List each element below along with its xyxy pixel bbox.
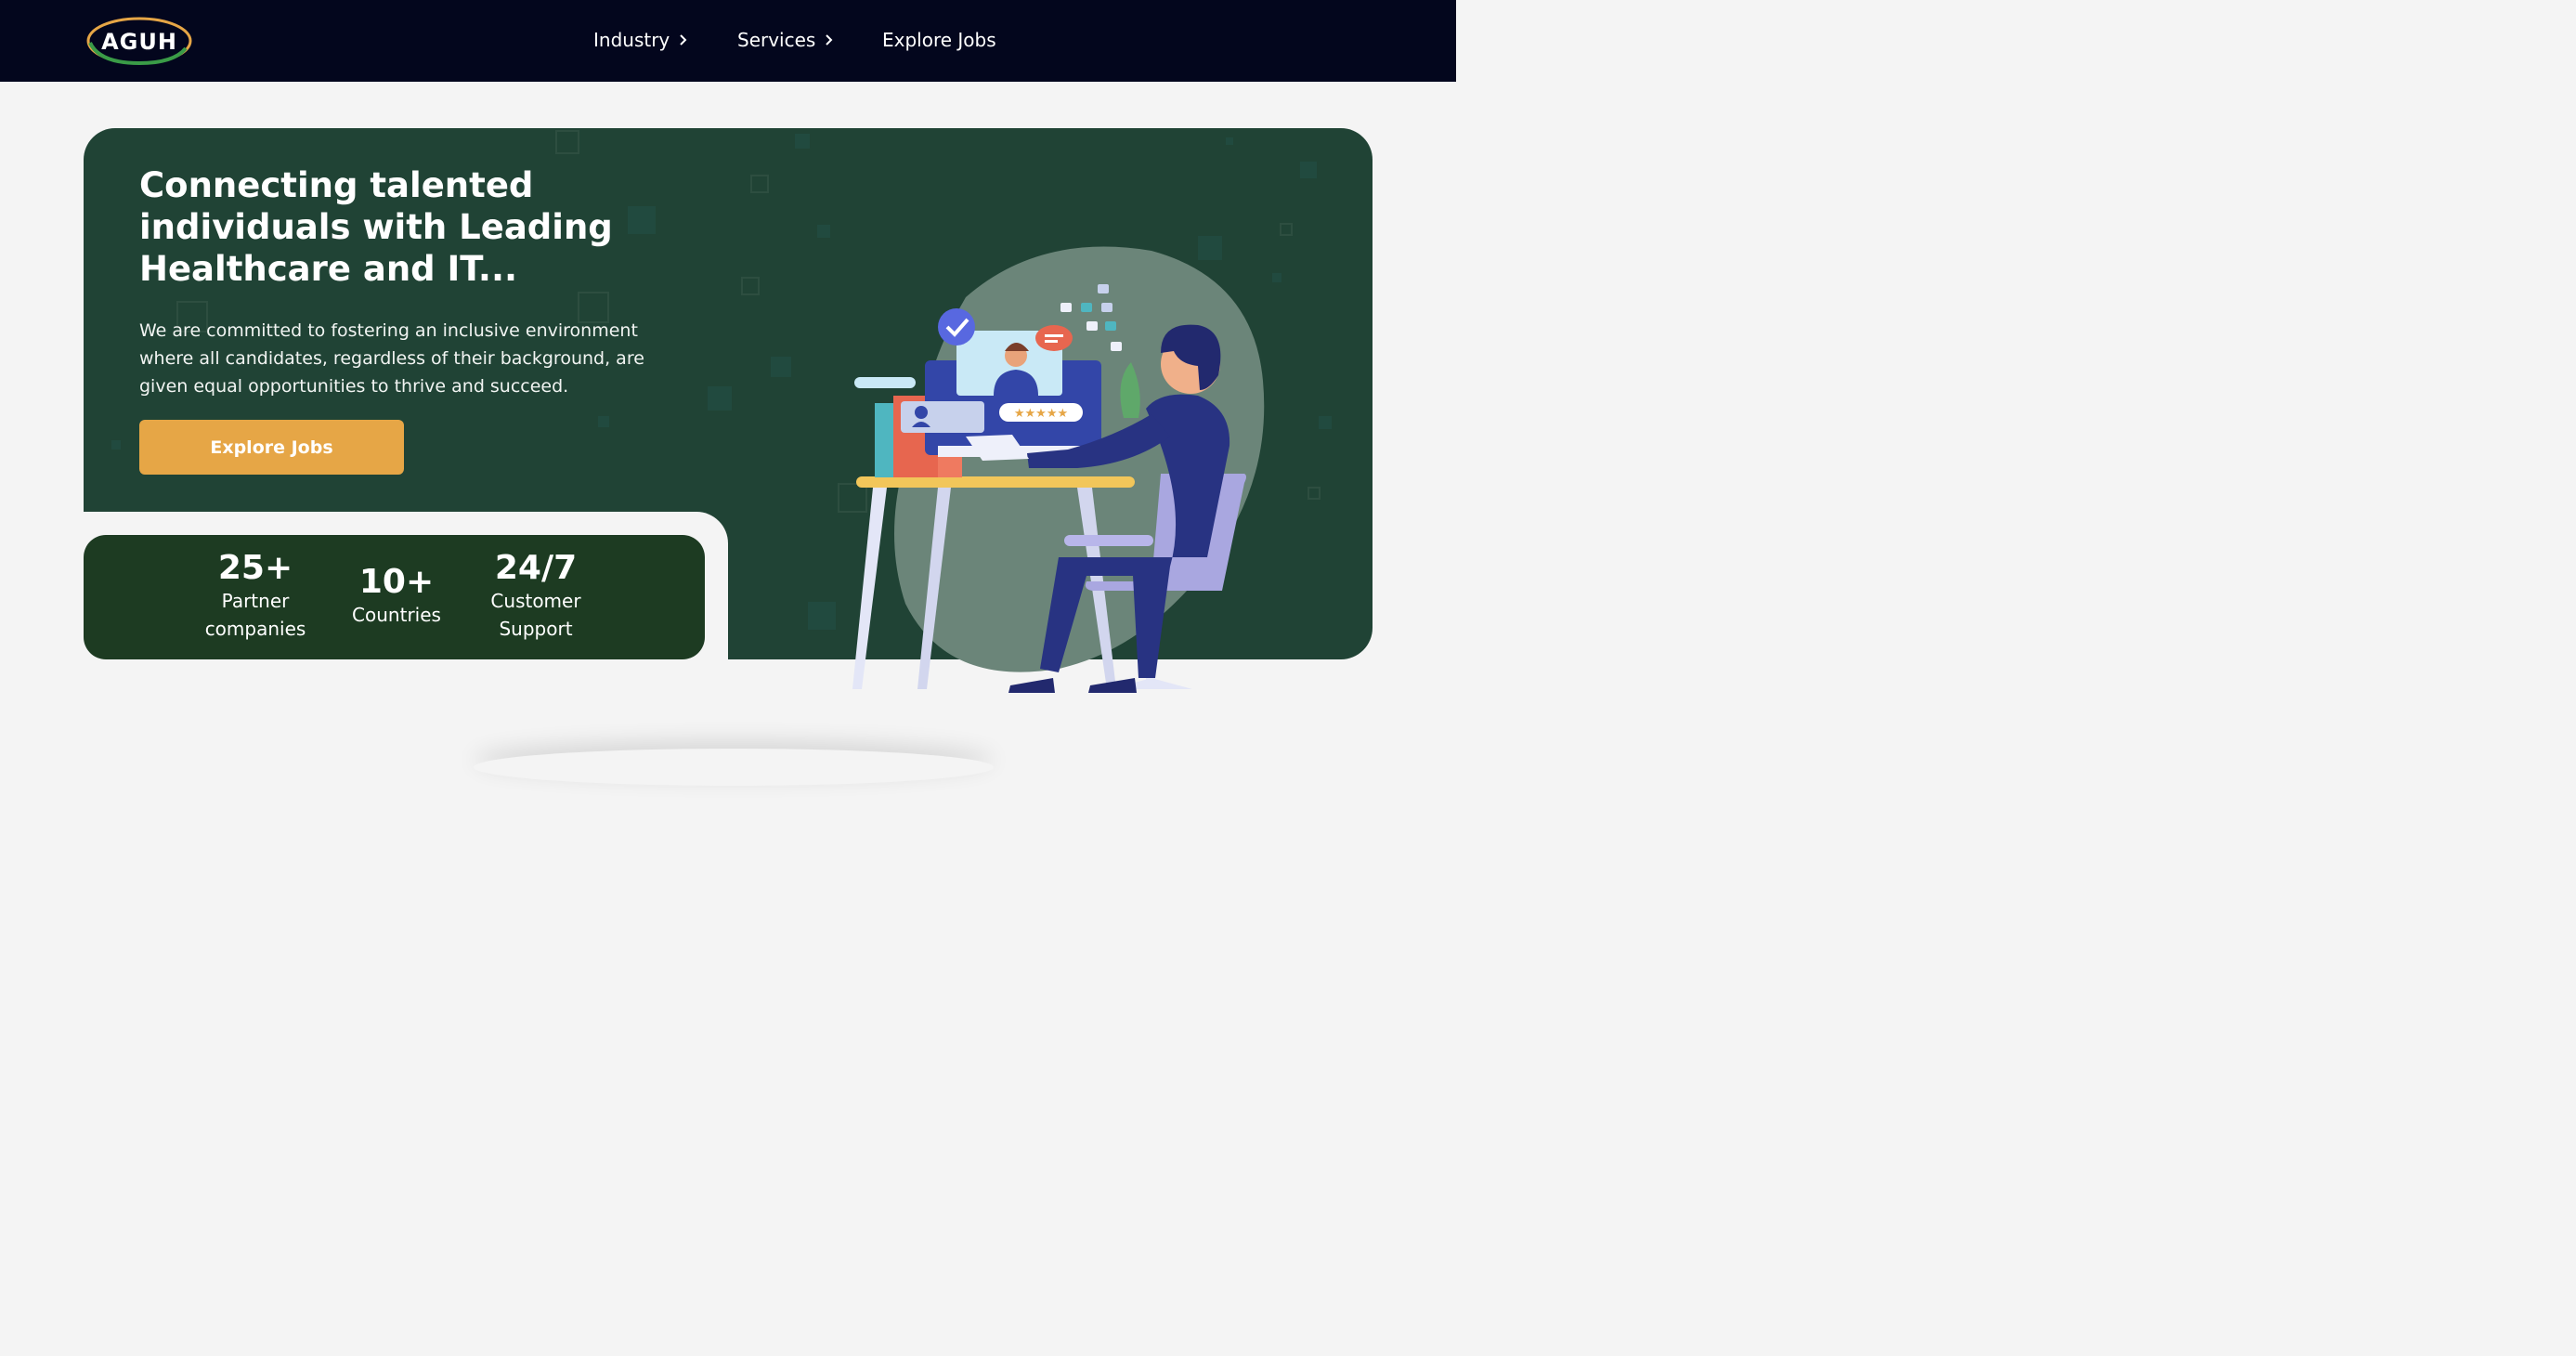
decor-square <box>708 386 732 411</box>
decor-square <box>750 175 769 193</box>
decor-square <box>741 277 760 295</box>
stat-countries: 10+ Countries <box>344 564 449 629</box>
recruiter-at-desk-illustration: ★★★★★ <box>852 246 1265 693</box>
nav-industry[interactable]: Industry <box>593 28 688 52</box>
stat-value: 24/7 <box>494 549 578 587</box>
explore-jobs-button[interactable]: Explore Jobs <box>139 420 404 475</box>
svg-text:AGUH: AGUH <box>101 29 177 55</box>
section-divider-shadow <box>474 749 994 786</box>
chevron-right-icon <box>826 34 833 46</box>
stat-value: 10+ <box>358 563 435 601</box>
nav-explore-jobs[interactable]: Explore Jobs <box>882 28 996 52</box>
decor-square <box>1226 137 1233 145</box>
stat-value: 25+ <box>217 549 293 587</box>
decor-square <box>598 416 609 427</box>
nav-industry-label: Industry <box>593 29 670 51</box>
decor-square <box>795 134 810 149</box>
stat-partner-companies: 25+ Partner companies <box>189 550 321 643</box>
chevron-right-icon <box>680 34 687 46</box>
nav-explore-jobs-label: Explore Jobs <box>882 29 996 51</box>
decor-square <box>1308 487 1321 500</box>
decor-square <box>817 225 830 238</box>
svg-text:★★★★★: ★★★★★ <box>1014 407 1068 421</box>
hero-headline: Connecting talented individuals with Lea… <box>139 165 613 289</box>
decor-square <box>1319 416 1332 429</box>
stat-label: Countries <box>352 604 441 626</box>
nav-services-label: Services <box>737 29 816 51</box>
decor-square <box>555 130 579 154</box>
aguh-logo[interactable]: AGUH <box>85 15 193 67</box>
top-navigation-bar: AGUH Industry Services Explore Jobs <box>0 0 1456 82</box>
stat-label: Partner companies <box>204 590 306 640</box>
hero-subtext: We are committed to fostering an inclusi… <box>139 320 644 397</box>
decor-square <box>1280 223 1293 236</box>
nav-services[interactable]: Services <box>737 28 834 52</box>
decor-square <box>808 602 836 630</box>
stat-customer-support: 24/7 Customer Support <box>477 550 594 643</box>
decor-square <box>771 357 791 377</box>
stats-card: 25+ Partner companies 10+ Countries 24/7… <box>84 535 705 659</box>
decor-square <box>1300 162 1317 178</box>
stat-label: Customer Support <box>490 590 581 640</box>
decor-square <box>111 440 121 450</box>
